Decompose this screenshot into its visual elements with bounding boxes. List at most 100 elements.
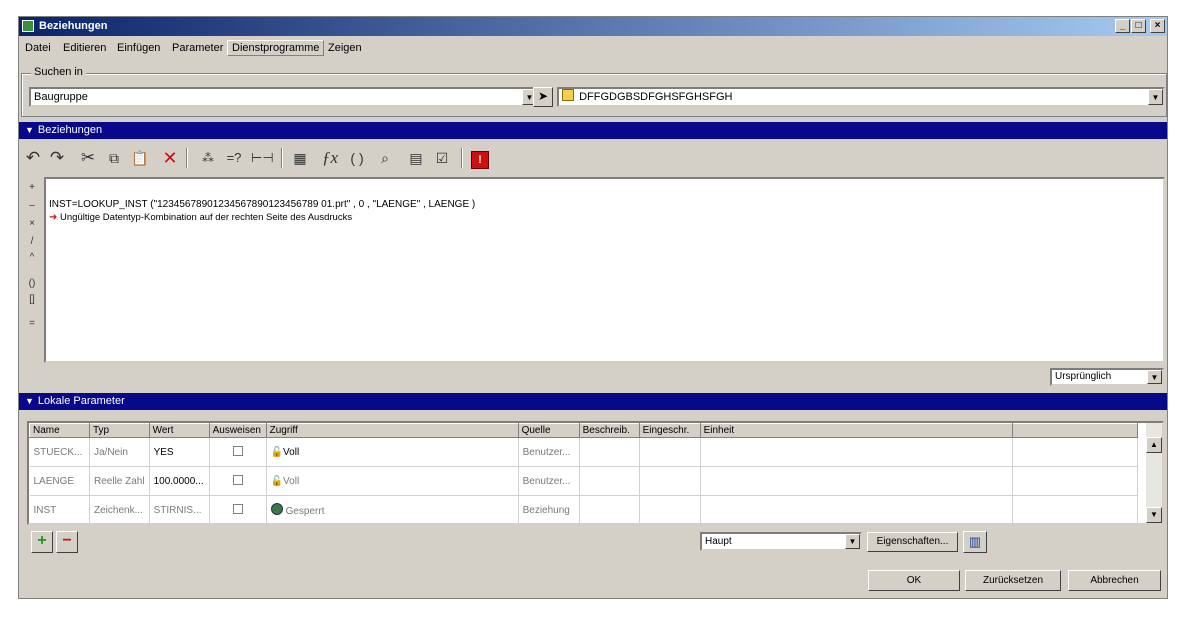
col-header-wert[interactable]: Wert [148, 423, 210, 438]
redo-icon[interactable]: ↷ [46, 147, 68, 169]
locked-icon [270, 503, 283, 515]
param-name[interactable]: INST [29, 495, 90, 523]
designate-checkbox[interactable] [232, 474, 243, 485]
designate-checkbox[interactable] [232, 445, 243, 456]
scope-combo[interactable]: Baugruppe ▼ [29, 87, 539, 107]
param-description[interactable] [579, 437, 640, 467]
find-icon[interactable]: ⌕ [374, 147, 396, 169]
param-name[interactable]: LAENGE [29, 466, 90, 496]
relations-editor[interactable]: INST=LOOKUP_INST ("123456789012345678901… [44, 177, 1165, 363]
scroll-down-icon[interactable]: ▼ [1146, 507, 1162, 523]
operator-multiply-button[interactable]: × [23, 217, 41, 231]
switch-dimensions-icon[interactable]: ⁂ [197, 147, 219, 169]
col-header-quelle[interactable]: Quelle [517, 423, 580, 438]
undo-icon[interactable]: ↶ [22, 147, 44, 169]
delete-icon[interactable]: ✕ [159, 147, 181, 169]
operator-brackets-button[interactable]: [] [23, 293, 41, 307]
verify-icon[interactable]: ☑ [431, 147, 453, 169]
table-row[interactable]: LAENGE Reelle Zahl 100.0000... 🔓Voll Ben… [29, 466, 1138, 496]
relation-error-line: ➜ Ungültige Datentyp-Kombination auf der… [49, 212, 352, 223]
param-name[interactable]: STUECK... [29, 437, 90, 467]
menu-parameter[interactable]: Parameter [168, 41, 227, 55]
chevron-down-icon[interactable]: ▼ [1148, 89, 1163, 105]
function-icon[interactable]: ƒx [319, 147, 341, 169]
scroll-up-icon[interactable]: ▲ [1146, 437, 1162, 453]
operator-plus-button[interactable]: + [23, 181, 41, 195]
menu-einfuegen[interactable]: Einfügen [113, 41, 164, 55]
menu-editieren[interactable]: Editieren [59, 41, 110, 55]
operator-equals-button[interactable]: = [23, 317, 41, 331]
minimize-button[interactable]: _ [1115, 19, 1130, 33]
unit-mode-combo[interactable]: Ursprünglich ▼ [1050, 368, 1164, 386]
insert-parameter-icon[interactable]: ▦ [289, 147, 311, 169]
chevron-down-icon[interactable]: ▼ [1147, 370, 1162, 384]
param-type: Zeichenk... [89, 495, 150, 523]
brackets-icon[interactable]: ( ) [346, 147, 368, 169]
param-access[interactable]: Voll [283, 476, 299, 487]
col-header-zugriff[interactable]: Zugriff [265, 423, 519, 438]
menu-dienstprogramme[interactable]: Dienstprogramme [227, 40, 325, 56]
toolbar-separator [281, 148, 283, 168]
table-row[interactable]: STUECK... Ja/Nein YES 🔓Voll Benutzer... [29, 437, 1138, 467]
col-header-beschreibung[interactable]: Beschreib. [578, 423, 640, 438]
cancel-button[interactable]: Abbrechen [1068, 570, 1161, 591]
error-marker-icon[interactable]: ! [469, 147, 491, 169]
toolbar-separator [461, 148, 463, 168]
relations-toolbar: ↶ ↷ ✂ ⧉ 📋 ✕ ⁂ =? ⊢⊣ ▦ ƒx ( ) ⌕ ▤ ☑ ! [19, 142, 1167, 173]
param-unit[interactable] [700, 495, 1013, 523]
chevron-down-icon[interactable]: ▼ [845, 534, 860, 549]
param-restricted[interactable] [639, 437, 701, 467]
properties-button[interactable]: Eigenschaften... [867, 532, 958, 552]
menu-datei[interactable]: Datei [21, 41, 55, 55]
assembly-icon [562, 89, 574, 101]
local-params-section-header[interactable]: ▼ Lokale Parameter [19, 393, 1167, 410]
scope-value: Baugruppe [34, 91, 88, 103]
ok-button[interactable]: OK [868, 570, 960, 591]
sort-icon[interactable]: ▤ [405, 147, 427, 169]
param-description[interactable] [579, 466, 640, 496]
param-value[interactable]: STIRNIS... [149, 495, 210, 523]
window-title: Beziehungen [39, 20, 108, 32]
cut-icon[interactable]: ✂ [77, 147, 99, 169]
param-source: Benutzer... [518, 437, 580, 467]
operator-divide-button[interactable]: / [23, 235, 41, 249]
param-description[interactable] [579, 495, 640, 523]
close-button[interactable]: × [1150, 19, 1165, 33]
operator-parentheses-button[interactable]: () [23, 277, 41, 291]
reset-button[interactable]: Zurücksetzen [965, 570, 1061, 591]
col-header-ausweisen[interactable]: Ausweisen [208, 423, 267, 438]
menu-zeigen[interactable]: Zeigen [324, 41, 366, 55]
model-value: DFFGDGBSDFGHSFGHSFGH [579, 91, 733, 103]
param-access[interactable]: Voll [283, 447, 299, 458]
select-model-button[interactable]: ➤ [533, 87, 553, 107]
remove-parameter-button[interactable]: − [56, 531, 78, 553]
param-restricted[interactable] [639, 466, 701, 496]
param-access[interactable]: Gesperrt [286, 506, 325, 517]
operator-power-button[interactable]: ^ [23, 251, 41, 265]
model-combo[interactable]: DFFGDGBSDFGHSFGHSFGH ▼ [557, 87, 1165, 107]
params-scrollbar[interactable]: ▲ ▼ [1146, 423, 1162, 523]
designate-checkbox[interactable] [232, 503, 243, 514]
col-header-typ[interactable]: Typ [89, 423, 150, 438]
param-unit[interactable] [700, 437, 1013, 467]
evaluate-icon[interactable]: =? [223, 147, 245, 169]
param-unit[interactable] [700, 466, 1013, 496]
measure-icon[interactable]: ⊢⊣ [251, 147, 274, 169]
paste-icon[interactable]: 📋 [129, 147, 151, 169]
col-header-einheit[interactable]: Einheit [699, 423, 1013, 438]
operator-minus-button[interactable]: – [23, 199, 41, 213]
col-header-name[interactable]: Name [29, 423, 90, 438]
copy-icon[interactable]: ⧉ [103, 147, 125, 169]
columns-icon[interactable]: ▥ [963, 531, 987, 553]
relations-section-header[interactable]: ▼ Beziehungen [19, 122, 1167, 139]
maximize-button[interactable]: □ [1131, 19, 1146, 33]
table-row[interactable]: INST Zeichenk... STIRNIS... Gesperrt Bez… [29, 495, 1138, 523]
param-value[interactable]: 100.0000... [149, 466, 210, 496]
lock-open-icon: 🔓 [270, 446, 284, 458]
param-restricted[interactable] [639, 495, 701, 523]
param-filter-combo[interactable]: Haupt ▼ [700, 532, 862, 551]
relation-expression[interactable]: INST=LOOKUP_INST ("123456789012345678901… [49, 199, 475, 210]
col-header-eingeschraenkt[interactable]: Eingeschr. [638, 423, 701, 438]
param-value[interactable]: YES [149, 437, 210, 467]
add-parameter-button[interactable]: + [31, 531, 53, 553]
